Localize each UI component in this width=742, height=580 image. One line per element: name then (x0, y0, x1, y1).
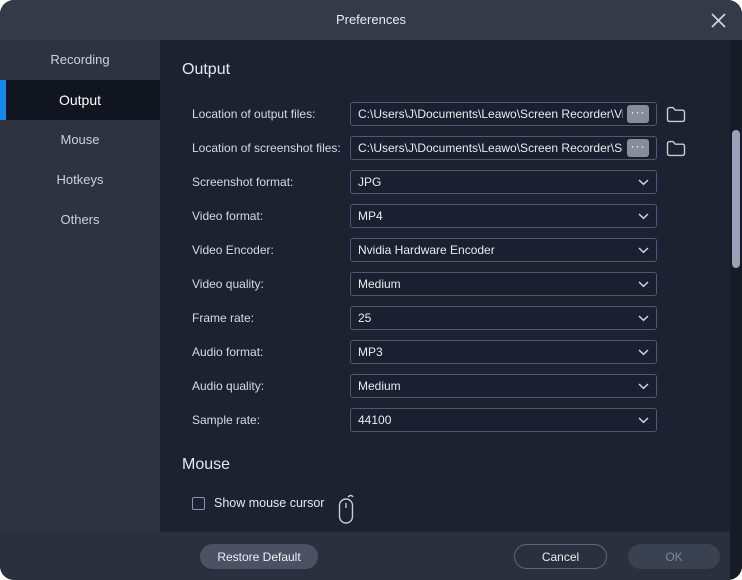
chevron-down-icon (638, 315, 649, 322)
video-format-dropdown[interactable]: MP4 (350, 204, 657, 228)
field-label: Location of screenshot files: (192, 141, 350, 155)
chevron-down-icon (638, 417, 649, 424)
frame-rate-dropdown[interactable]: 25 (350, 306, 657, 330)
video-encoder-dropdown[interactable]: Nvidia Hardware Encoder (350, 238, 657, 262)
form-row-audio-quality: Audio quality: Medium (192, 374, 730, 398)
video-quality-dropdown[interactable]: Medium (350, 272, 657, 296)
field-label: Video quality: (192, 277, 350, 291)
form-row-video-format: Video format: MP4 (192, 204, 730, 228)
show-mouse-cursor-label[interactable]: Show mouse cursor (214, 496, 324, 510)
chevron-down-icon (638, 247, 649, 254)
settings-panel: Output Location of output files: C:\User… (160, 40, 730, 532)
show-mouse-cursor-checkbox[interactable] (192, 497, 205, 510)
close-button[interactable] (707, 9, 729, 31)
sidebar-item-label: Recording (50, 52, 109, 67)
selected-value: JPG (358, 175, 381, 189)
field-label: Location of output files: (192, 107, 350, 121)
field-label: Video format: (192, 209, 350, 223)
folder-icon (666, 140, 686, 157)
sidebar-item-recording[interactable]: Recording (0, 40, 160, 80)
sidebar-item-hotkeys[interactable]: Hotkeys (0, 160, 160, 200)
field-label: Frame rate: (192, 311, 350, 325)
mouse-cursor-icon (336, 493, 356, 532)
form-row-video-quality: Video quality: Medium (192, 272, 730, 296)
active-indicator (0, 80, 6, 120)
chevron-down-icon (638, 179, 649, 186)
selected-value: 44100 (358, 413, 391, 427)
scrollbar-thumb[interactable] (732, 130, 740, 268)
show-mouse-cursor-row: Show mouse cursor (192, 496, 730, 510)
output-section-heading: Output (182, 61, 730, 78)
sidebar-item-label: Hotkeys (57, 172, 104, 187)
form-row-screenshot-location: Location of screenshot files: C:\Users\J… (192, 136, 730, 160)
preferences-dialog: Preferences Recording Output Mouse Hotke… (0, 0, 742, 580)
form-row-sample-rate: Sample rate: 44100 (192, 408, 730, 432)
mouse-section-heading: Mouse (182, 456, 730, 473)
field-label: Audio quality: (192, 379, 350, 393)
scrollbar-track[interactable] (730, 40, 742, 580)
cancel-button[interactable]: Cancel (514, 544, 607, 569)
close-icon (710, 12, 727, 29)
form-row-frame-rate: Frame rate: 25 (192, 306, 730, 330)
restore-default-button[interactable]: Restore Default (200, 544, 318, 569)
open-folder-button[interactable] (666, 140, 686, 157)
sidebar: Recording Output Mouse Hotkeys Others (0, 40, 160, 532)
field-label: Screenshot format: (192, 175, 350, 189)
footer-bar: Restore Default Cancel OK (0, 532, 730, 580)
form-row-screenshot-format: Screenshot format: JPG (192, 170, 730, 194)
dialog-title: Preferences (0, 0, 742, 40)
form-row-video-encoder: Video Encoder: Nvidia Hardware Encoder (192, 238, 730, 262)
sidebar-item-others[interactable]: Others (0, 200, 160, 240)
selected-value: MP4 (358, 209, 383, 223)
sample-rate-dropdown[interactable]: 44100 (350, 408, 657, 432)
screenshot-format-dropdown[interactable]: JPG (350, 170, 657, 194)
ok-button[interactable]: OK (628, 544, 720, 569)
open-folder-button[interactable] (666, 106, 686, 123)
screenshot-path-value: C:\Users\J\Documents\Leawo\Screen Record… (358, 141, 623, 155)
screenshot-path-field[interactable]: C:\Users\J\Documents\Leawo\Screen Record… (350, 136, 657, 160)
selected-value: Medium (358, 379, 401, 393)
field-label: Audio format: (192, 345, 350, 359)
browse-button[interactable]: ··· (627, 105, 649, 123)
sidebar-item-label: Others (60, 212, 99, 227)
sidebar-item-output[interactable]: Output (0, 80, 160, 120)
selected-value: 25 (358, 311, 371, 325)
field-label: Video Encoder: (192, 243, 350, 257)
audio-format-dropdown[interactable]: MP3 (350, 340, 657, 364)
selected-value: Medium (358, 277, 401, 291)
sidebar-item-label: Output (59, 92, 101, 108)
audio-quality-dropdown[interactable]: Medium (350, 374, 657, 398)
chevron-down-icon (638, 213, 649, 220)
chevron-down-icon (638, 383, 649, 390)
sidebar-item-label: Mouse (60, 132, 99, 147)
field-label: Sample rate: (192, 413, 350, 427)
chevron-down-icon (638, 281, 649, 288)
sidebar-item-mouse[interactable]: Mouse (0, 120, 160, 160)
selected-value: Nvidia Hardware Encoder (358, 243, 495, 257)
selected-value: MP3 (358, 345, 383, 359)
titlebar: Preferences (0, 0, 742, 40)
dialog-body: Recording Output Mouse Hotkeys Others Ou… (0, 40, 742, 580)
form-row-output-location: Location of output files: C:\Users\J\Doc… (192, 102, 730, 126)
form-row-audio-format: Audio format: MP3 (192, 340, 730, 364)
output-path-field[interactable]: C:\Users\J\Documents\Leawo\Screen Record… (350, 102, 657, 126)
output-path-value: C:\Users\J\Documents\Leawo\Screen Record… (358, 107, 623, 121)
folder-icon (666, 106, 686, 123)
browse-button[interactable]: ··· (627, 139, 649, 157)
chevron-down-icon (638, 349, 649, 356)
